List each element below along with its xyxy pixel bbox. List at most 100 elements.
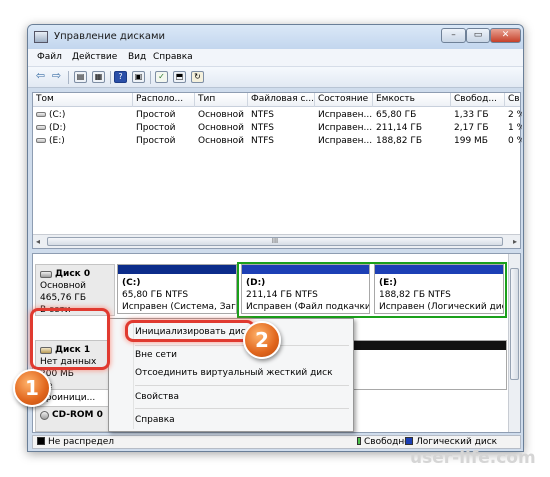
scrollbar-thumb[interactable]	[510, 268, 519, 380]
volume-capacity: 188,82 ГБ	[376, 136, 423, 146]
disk-0-title: Диск 0	[55, 269, 91, 279]
vertical-scrollbar[interactable]	[508, 254, 520, 432]
volume-type: Основной	[198, 123, 244, 133]
volume-capacity: 211,14 ГБ	[376, 123, 423, 133]
volume-status: Исправен...	[318, 136, 373, 146]
menu-separator	[135, 345, 349, 346]
volume-drive-icon	[36, 138, 46, 143]
table-row[interactable]: (C:) Простой Основной NTFS Исправен... 6…	[33, 109, 522, 122]
volume-list: Том Располо... Тип Файловая с... Состоян…	[32, 92, 522, 249]
unallocated-swatch	[37, 437, 45, 445]
volume-layout: Простой	[136, 123, 176, 133]
partition-size: 65,80 ГБ NTFS	[122, 290, 189, 300]
cd-drive-icon	[40, 410, 49, 420]
menu-view[interactable]: Вид	[128, 52, 146, 62]
close-button[interactable]: ✕	[490, 28, 521, 43]
column-volume[interactable]: Том	[33, 93, 133, 107]
cdrom-label[interactable]: CD-ROM 0	[35, 406, 115, 432]
scroll-grip: III	[271, 237, 279, 245]
partition-c[interactable]: (C:) 65,80 ГБ NTFS Исправен (Система, За…	[117, 264, 237, 314]
volume-percent-free: 0 %	[508, 136, 522, 146]
forward-arrow-icon[interactable]: ⇨	[50, 70, 63, 83]
window-title: Управление дисками	[54, 31, 166, 42]
disk-1-highlight	[30, 308, 110, 370]
partition-size: 188,82 ГБ NTFS	[379, 290, 451, 300]
minimize-button[interactable]: –	[441, 28, 466, 43]
volume-percent-free: 2 %	[508, 110, 522, 120]
column-type[interactable]: Тип	[195, 93, 248, 107]
partition-bar	[118, 265, 236, 274]
scroll-right-icon[interactable]: ▸	[513, 237, 517, 246]
table-row[interactable]: (E:) Простой Основной NTFS Исправен... 1…	[33, 135, 522, 148]
menu-help[interactable]: Справка	[153, 52, 193, 62]
list-view-icon[interactable]: ▦	[92, 71, 105, 83]
legend-logical-label: Логический диск	[416, 437, 498, 447]
menu-item-properties[interactable]: Свойства	[135, 392, 179, 402]
partition-status: Исправен (Файл подкачки,	[246, 302, 369, 312]
free-swatch	[357, 437, 361, 445]
help-icon[interactable]: ?	[114, 71, 127, 83]
menu-bar: Файл Действие Вид Справка	[28, 49, 523, 67]
column-status[interactable]: Состояние	[315, 93, 373, 107]
volume-layout: Простой	[136, 110, 176, 120]
partition-status: Исправен (Система, Загр	[122, 302, 236, 312]
legend-logical: Логический диск	[405, 436, 497, 448]
partition-bar	[242, 265, 369, 274]
menu-action[interactable]: Действие	[72, 52, 117, 62]
column-capacity[interactable]: Емкость	[373, 93, 451, 107]
menu-separator	[135, 385, 349, 386]
step-1-badge: 1	[13, 369, 51, 407]
step-2-badge: 2	[243, 321, 281, 359]
menu-file[interactable]: Файл	[37, 52, 62, 62]
column-header-row: Том Располо... Тип Файловая с... Состоян…	[33, 93, 520, 107]
toolbar-separator	[110, 71, 111, 84]
partition-name: (E:)	[379, 278, 397, 288]
menu-item-help[interactable]: Справка	[135, 415, 175, 425]
volume-free-space: 1,33 ГБ	[454, 110, 489, 120]
refresh-icon[interactable]: ↻	[191, 71, 204, 83]
volume-file-system: NTFS	[251, 110, 274, 120]
disk-0-size: 465,76 ГБ	[40, 293, 87, 303]
volume-free-space: 199 МБ	[454, 136, 488, 146]
console-tree-icon[interactable]: ▤	[74, 71, 87, 83]
volume-status: Исправен...	[318, 123, 373, 133]
maximize-button[interactable]: ▭	[466, 28, 490, 43]
legend-free-label: Свободно	[364, 437, 410, 447]
menu-item-offline[interactable]: Вне сети	[135, 350, 177, 360]
partition-name: (C:)	[122, 278, 141, 288]
volume-capacity: 65,80 ГБ	[376, 110, 417, 120]
toolbar-separator	[150, 71, 151, 84]
scrollbar-thumb[interactable]: III	[47, 237, 503, 246]
back-arrow-icon[interactable]: ⇦	[34, 70, 47, 83]
column-file-system[interactable]: Файловая с...	[248, 93, 315, 107]
column-free-space[interactable]: Свобод...	[451, 93, 505, 107]
check-disk-icon[interactable]: ✓	[155, 71, 168, 83]
volume-file-system: NTFS	[251, 136, 274, 146]
volume-status: Исправен...	[318, 110, 373, 120]
watermark: user-life.com	[410, 448, 536, 468]
table-row[interactable]: (D:) Простой Основной NTFS Исправен... 2…	[33, 122, 522, 135]
partition-d[interactable]: (D:) 211,14 ГБ NTFS Исправен (Файл подка…	[241, 264, 370, 314]
partition-bar	[375, 265, 503, 274]
cdrom-title: CD-ROM 0	[52, 410, 103, 420]
export-icon[interactable]: ⬒	[173, 71, 186, 83]
partition-name: (D:)	[246, 278, 266, 288]
horizontal-scrollbar[interactable]: ◂ III ▸	[33, 234, 520, 248]
menu-item-detach-vhd[interactable]: Отсоединить виртуальный жесткий диск	[135, 368, 333, 378]
hard-disk-icon	[40, 270, 52, 278]
scroll-left-icon[interactable]: ◂	[36, 237, 40, 246]
legend-bar: Не распредел Свободно Логический диск	[32, 435, 521, 449]
volume-layout: Простой	[136, 136, 176, 146]
column-percent-free[interactable]: Св	[505, 93, 522, 107]
volume-file-system: NTFS	[251, 123, 274, 133]
volume-name: (D:)	[49, 123, 66, 133]
partition-e[interactable]: (E:) 188,82 ГБ NTFS Исправен (Логический…	[374, 264, 504, 314]
disk-0-type: Основной	[40, 281, 86, 291]
toolbar-separator	[68, 71, 69, 84]
properties-icon[interactable]: ▣	[132, 71, 145, 83]
column-layout[interactable]: Располо...	[133, 93, 195, 107]
volume-free-space: 2,17 ГБ	[454, 123, 489, 133]
title-bar[interactable]: Управление дисками – ▭ ✕	[28, 25, 523, 49]
toolbar: ⇦ ⇨ ▤ ▦ ? ▣ ✓ ⬒ ↻	[28, 67, 523, 88]
volume-name: (C:)	[49, 110, 66, 120]
